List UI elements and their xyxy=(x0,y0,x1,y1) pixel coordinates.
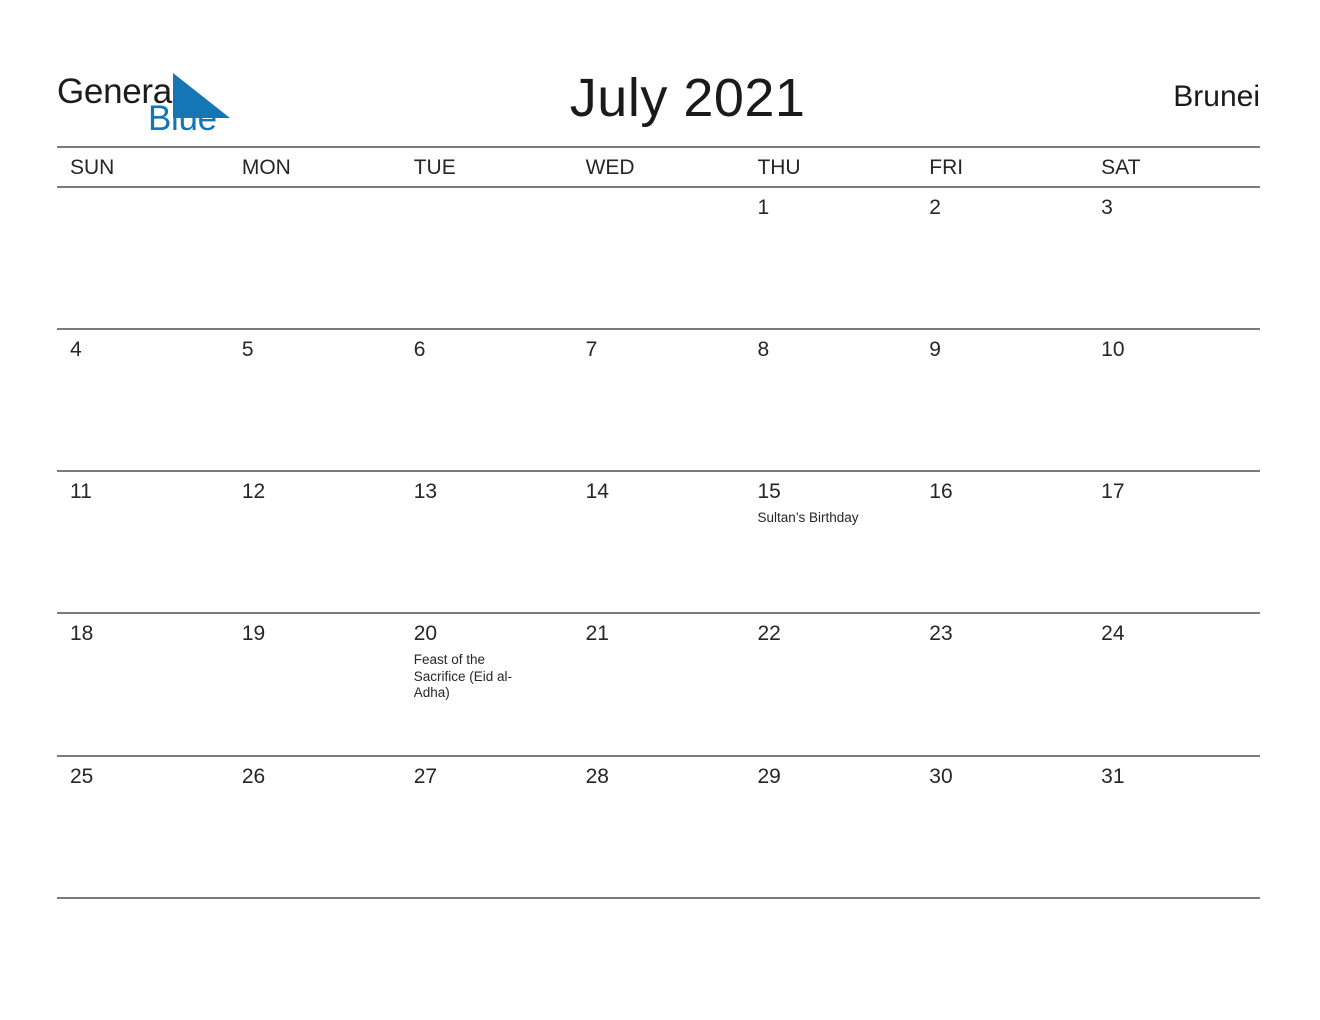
calendar-day-cell[interactable]: 5 xyxy=(229,330,401,470)
calendar-week-row: 1 2 3 xyxy=(57,188,1260,330)
calendar-day-cell[interactable]: 27 xyxy=(401,757,573,897)
calendar-day-cell[interactable]: 4 xyxy=(57,330,229,470)
country-label: Brunei xyxy=(1173,80,1260,113)
day-number: 14 xyxy=(585,480,609,503)
day-number: 30 xyxy=(929,765,953,788)
calendar-day-cell[interactable]: 7 xyxy=(573,330,745,470)
day-number: 22 xyxy=(757,622,781,645)
weekday-header-sun: SUN xyxy=(70,156,115,179)
calendar-day-cell[interactable]: 18 xyxy=(57,614,229,755)
calendar-day-cell[interactable]: 14 xyxy=(573,472,745,612)
day-number: 13 xyxy=(413,480,438,503)
calendar-day-cell[interactable]: 11 xyxy=(57,472,229,612)
general-blue-logo[interactable]: General Blue xyxy=(57,62,232,138)
calendar-day-cell[interactable]: 17 xyxy=(1088,472,1260,612)
calendar-day-cell[interactable]: 24 xyxy=(1088,614,1260,755)
calendar-day-cell[interactable]: 21 xyxy=(573,614,745,755)
calendar-day-cell[interactable]: 2 xyxy=(916,188,1088,328)
day-number: 24 xyxy=(1101,622,1125,645)
day-number: 15 xyxy=(757,480,781,503)
calendar-week-row: 18 19 20 Feast of the Sacrifice (Eid al-Adh… xyxy=(57,614,1260,757)
calendar-week-row: 4 5 6 7 8 9 10 xyxy=(57,330,1260,472)
day-number: 18 xyxy=(70,622,94,645)
calendar-day-cell[interactable]: 31 xyxy=(1088,757,1260,897)
calendar-day-cell[interactable]: 3 xyxy=(1088,188,1260,328)
day-number: 29 xyxy=(757,765,781,788)
day-events: Sultan’s Birthday xyxy=(757,510,906,527)
calendar-day-cell-empty xyxy=(229,188,401,328)
calendar-day-cell-empty xyxy=(573,188,745,328)
day-number: 20 xyxy=(413,622,438,645)
calendar-day-cell[interactable]: 12 xyxy=(229,472,401,612)
calendar-day-cell[interactable]: 8 xyxy=(744,330,916,470)
day-number: 31 xyxy=(1101,765,1125,788)
calendar-day-cell[interactable]: 15 Sultan’s Birthday xyxy=(744,472,916,612)
day-number: 16 xyxy=(929,480,953,503)
calendar-day-cell[interactable]: 25 xyxy=(57,757,229,897)
day-number: 6 xyxy=(413,338,426,361)
calendar-grid: SUN MON TUE WED THU FRI SAT 1 2 3 4 5 6 7 8 9 10 1… xyxy=(57,146,1260,899)
day-number: 21 xyxy=(585,622,609,645)
weekday-header-tue: TUE xyxy=(413,156,456,179)
calendar-day-cell[interactable]: 9 xyxy=(916,330,1088,470)
logo-text-blue: Blue xyxy=(148,99,217,138)
holiday-event-label: Sultan’s Birthday xyxy=(757,510,859,525)
calendar-day-cell-empty xyxy=(57,188,229,328)
calendar-day-cell-empty xyxy=(401,188,573,328)
weekday-header-row: SUN MON TUE WED THU FRI SAT xyxy=(57,148,1260,188)
day-number: 25 xyxy=(70,765,94,788)
day-number: 4 xyxy=(70,338,82,361)
calendar-day-cell[interactable]: 1 xyxy=(744,188,916,328)
weekday-header-mon: MON xyxy=(241,156,291,179)
calendar-day-cell[interactable]: 16 xyxy=(916,472,1088,612)
weekday-header-fri: FRI xyxy=(929,156,964,179)
day-number: 2 xyxy=(929,196,941,219)
day-number: 1 xyxy=(757,196,770,219)
calendar-day-cell[interactable]: 23 xyxy=(916,614,1088,755)
calendar-day-cell[interactable]: 30 xyxy=(916,757,1088,897)
day-number: 12 xyxy=(241,480,266,503)
day-number: 9 xyxy=(929,338,941,361)
weekday-header-wed: WED xyxy=(585,156,635,179)
day-number: 26 xyxy=(241,765,266,788)
calendar-day-cell[interactable]: 22 xyxy=(744,614,916,755)
day-number: 10 xyxy=(1101,338,1125,361)
weekday-header-sat: SAT xyxy=(1101,156,1141,179)
day-events: Feast of the Sacrifice (Eid al-Adha) xyxy=(414,652,563,702)
calendar-day-cell[interactable]: 19 xyxy=(229,614,401,755)
calendar-page: General Blue July 2021 Brunei SUN MON TU… xyxy=(0,0,1320,1020)
calendar-day-cell[interactable]: 20 Feast of the Sacrifice (Eid al-Adha) xyxy=(401,614,573,755)
calendar-day-cell[interactable]: 28 xyxy=(573,757,745,897)
day-number: 11 xyxy=(70,480,92,503)
day-number: 8 xyxy=(757,338,770,361)
calendar-week-row: 25 26 27 28 29 30 31 xyxy=(57,757,1260,899)
day-number: 17 xyxy=(1101,480,1125,503)
day-number: 28 xyxy=(585,765,609,788)
holiday-event-label: Feast of the Sacrifice (Eid al-Adha) xyxy=(413,652,512,700)
weekday-header-thu: THU xyxy=(757,156,801,179)
day-number: 3 xyxy=(1101,196,1113,219)
calendar-day-cell[interactable]: 10 xyxy=(1088,330,1260,470)
day-number: 23 xyxy=(929,622,953,645)
calendar-day-cell[interactable]: 26 xyxy=(229,757,401,897)
calendar-week-row: 11 12 13 14 15 Sultan’s Birthday 16 17 xyxy=(57,472,1260,614)
calendar-weeks: 1 2 3 4 5 6 7 8 9 10 11 12 13 14 15 Sultan’s Birthday 16… xyxy=(57,188,1260,899)
page-title: July 2021 xyxy=(569,68,806,128)
calendar-day-cell[interactable]: 13 xyxy=(401,472,573,612)
day-number: 5 xyxy=(241,338,254,361)
day-number: 7 xyxy=(585,338,598,361)
calendar-day-cell[interactable]: 6 xyxy=(401,330,573,470)
day-number: 27 xyxy=(413,765,438,788)
calendar-day-cell[interactable]: 29 xyxy=(744,757,916,897)
page-header: General Blue July 2021 Brunei xyxy=(57,58,1260,138)
day-number: 19 xyxy=(241,622,266,645)
